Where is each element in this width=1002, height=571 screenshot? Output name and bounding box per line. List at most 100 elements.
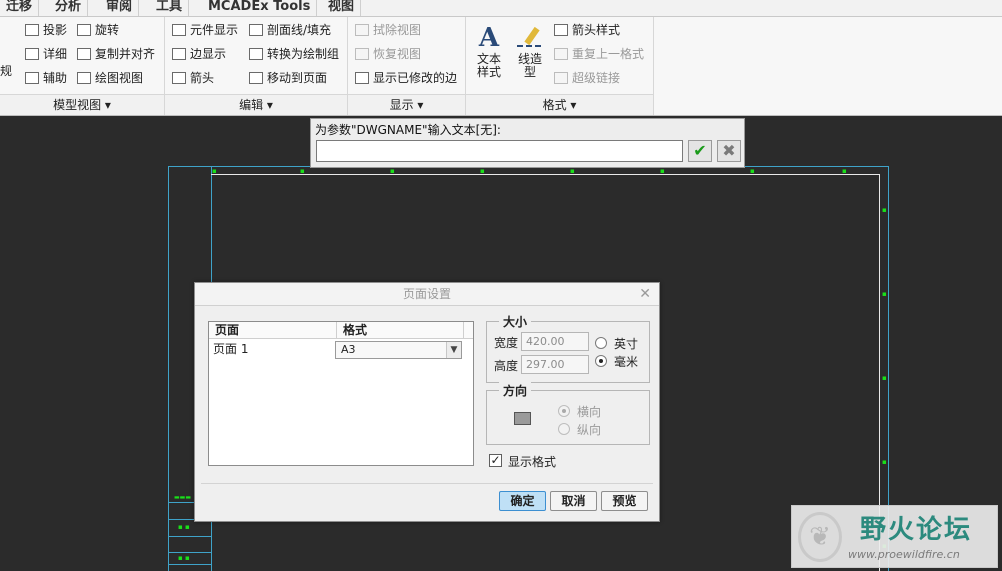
erase-view-button[interactable]: 拭除视图 xyxy=(355,20,421,40)
frame-line-left xyxy=(168,166,169,571)
watermark-url: www.proewildfire.cn xyxy=(848,548,960,561)
line-style-button[interactable]: 线造 型 xyxy=(513,23,547,79)
component-display-button[interactable]: 元件显示 xyxy=(172,20,238,40)
dialog-close-button[interactable]: ✕ xyxy=(639,286,651,302)
checkmark-icon: ✔ xyxy=(693,141,707,160)
width-field[interactable]: 420.00 xyxy=(521,332,589,351)
accept-button[interactable]: ✔ xyxy=(688,140,712,162)
edge-display-button[interactable]: 边显示 xyxy=(172,44,226,64)
arrow-button[interactable]: 箭头 xyxy=(172,68,214,88)
zone-mark: ▪ xyxy=(750,167,755,175)
portrait-radio[interactable] xyxy=(558,423,570,435)
page-orientation-icon xyxy=(514,412,531,425)
ok-button[interactable]: 确定 xyxy=(499,491,546,511)
revolve-icon xyxy=(77,24,91,36)
group-title-format[interactable]: 格式 ▾ xyxy=(466,94,653,115)
title-block-line-4 xyxy=(168,552,212,553)
pages-table: 页面 格式 页面 1 A3 ▼ xyxy=(208,321,474,466)
edge-display-icon xyxy=(172,48,186,60)
tab-analysis[interactable]: 分析 xyxy=(49,0,89,16)
cancel-input-button[interactable]: ✖ xyxy=(717,140,741,162)
zone-mark: ▪ xyxy=(480,167,485,175)
group-title-display[interactable]: 显示 ▾ xyxy=(348,94,465,115)
zone-mark: ▪ xyxy=(212,167,217,175)
resume-view-button[interactable]: 恢复视图 xyxy=(355,44,421,64)
revolve-button[interactable]: 旋转 xyxy=(77,20,119,40)
tab-view[interactable]: 视图 xyxy=(322,0,362,16)
tab-tools[interactable]: 工具 xyxy=(150,0,190,16)
detail-button[interactable]: 详细 xyxy=(25,44,67,64)
title-block-line-5 xyxy=(168,564,212,565)
height-label: 高度 xyxy=(494,359,519,373)
format-select[interactable]: A3 ▼ xyxy=(335,341,462,359)
dialog-title: 页面设置 xyxy=(195,283,659,306)
ribbon-tab-bar: 迁移 分析 审阅 工具 MCADEx Tools 视图 xyxy=(0,0,1002,17)
tab-review[interactable]: 审阅 xyxy=(100,0,140,16)
title-block-text: ▪ ▪ xyxy=(178,523,190,531)
repeat-format-icon xyxy=(554,48,568,60)
column-header-spacer xyxy=(463,322,473,339)
group-title-edit[interactable]: 编辑 ▾ xyxy=(165,94,347,115)
sheet-border-top xyxy=(211,174,880,175)
zone-mark: ▪ xyxy=(660,167,665,175)
title-block-text: ▪ ▪ xyxy=(178,554,190,562)
mm-label: 毫米 xyxy=(614,355,639,369)
size-group: 大小 宽度 420.00 高度 297.00 英寸 毫米 xyxy=(486,313,650,383)
arrow-style-button[interactable]: 箭头样式 xyxy=(554,20,620,40)
group-format: A 文本 样式 线造 型 箭头样式 重复上一格式 超级链接 格式 ▾ xyxy=(466,17,654,115)
column-header-page[interactable]: 页面 xyxy=(209,322,336,339)
projection-icon xyxy=(25,24,39,36)
dwgname-text-input[interactable] xyxy=(316,140,683,162)
width-label: 宽度 xyxy=(494,336,519,350)
convert-draft-group-button[interactable]: 转换为绘制组 xyxy=(249,44,339,64)
move-to-sheet-button[interactable]: 移动到页面 xyxy=(249,68,327,88)
hyperlink-button[interactable]: 超级链接 xyxy=(554,68,620,88)
hyperlink-icon xyxy=(554,72,568,84)
auxiliary-button[interactable]: 辅助 xyxy=(25,68,67,88)
copy-align-button[interactable]: 复制并对齐 xyxy=(77,44,155,64)
group-display: 拭除视图 恢复视图 显示已修改的边 显示 ▾ xyxy=(348,17,466,115)
hatch-icon xyxy=(249,24,263,36)
hatch-fill-button[interactable]: 剖面线/填充 xyxy=(249,20,331,40)
column-header-format[interactable]: 格式 xyxy=(336,322,463,339)
page-cell[interactable]: 页面 1 xyxy=(209,340,336,359)
portrait-label: 纵向 xyxy=(577,423,602,437)
zone-mark: ▪ xyxy=(570,167,575,175)
height-field[interactable]: 297.00 xyxy=(521,355,589,374)
group-title-model-views[interactable]: 模型视图 ▾ xyxy=(0,94,164,115)
resume-view-icon xyxy=(355,48,369,60)
show-format-checkbox[interactable]: ✓ xyxy=(489,454,502,467)
mm-radio[interactable] xyxy=(595,355,607,367)
inch-radio[interactable] xyxy=(595,337,607,349)
landscape-radio[interactable] xyxy=(558,405,570,417)
cancel-button[interactable]: 取消 xyxy=(550,491,597,511)
close-icon: ✖ xyxy=(722,141,736,160)
prompt-label: 为参数"DWGNAME"输入文本[无]: xyxy=(315,123,501,137)
projection-button[interactable]: 投影 xyxy=(25,20,67,40)
copy-align-icon xyxy=(77,48,91,60)
text-style-button[interactable]: A 文本 样式 xyxy=(474,23,504,79)
zone-mark: ▪ xyxy=(390,167,395,175)
zone-mark: ▪ xyxy=(882,458,887,466)
drawing-view-icon xyxy=(77,72,91,84)
tab-mcadex-tools[interactable]: MCADEx Tools xyxy=(202,0,318,16)
text-style-icon: A xyxy=(478,23,500,53)
group-edit: 元件显示 剖面线/填充 边显示 转换为绘制组 箭头 移动到页面 编辑 ▾ xyxy=(165,17,348,115)
show-modified-edges-button[interactable]: 显示已修改的边 xyxy=(355,68,457,88)
close-icon: ✕ xyxy=(639,286,651,302)
butterfly-logo-icon: ❦ xyxy=(798,512,842,562)
view-label: 规 xyxy=(0,64,13,78)
tab-migrate[interactable]: 迁移 xyxy=(0,0,40,16)
arrow-icon xyxy=(172,72,186,84)
preview-button[interactable]: 预览 xyxy=(601,491,648,511)
parameter-input-prompt: 为参数"DWGNAME"输入文本[无]: ✔ ✖ xyxy=(310,118,745,168)
zone-mark: ▪ xyxy=(882,290,887,298)
general-view-button[interactable]: 规 xyxy=(0,61,12,81)
component-display-icon xyxy=(172,24,186,36)
erase-view-icon xyxy=(355,24,369,36)
drawing-view-button[interactable]: 绘图视图 xyxy=(77,68,143,88)
modified-edges-icon xyxy=(355,72,369,84)
zone-mark: ▪ xyxy=(882,206,887,214)
repeat-last-format-button[interactable]: 重复上一格式 xyxy=(554,44,644,64)
detail-icon xyxy=(25,48,39,60)
